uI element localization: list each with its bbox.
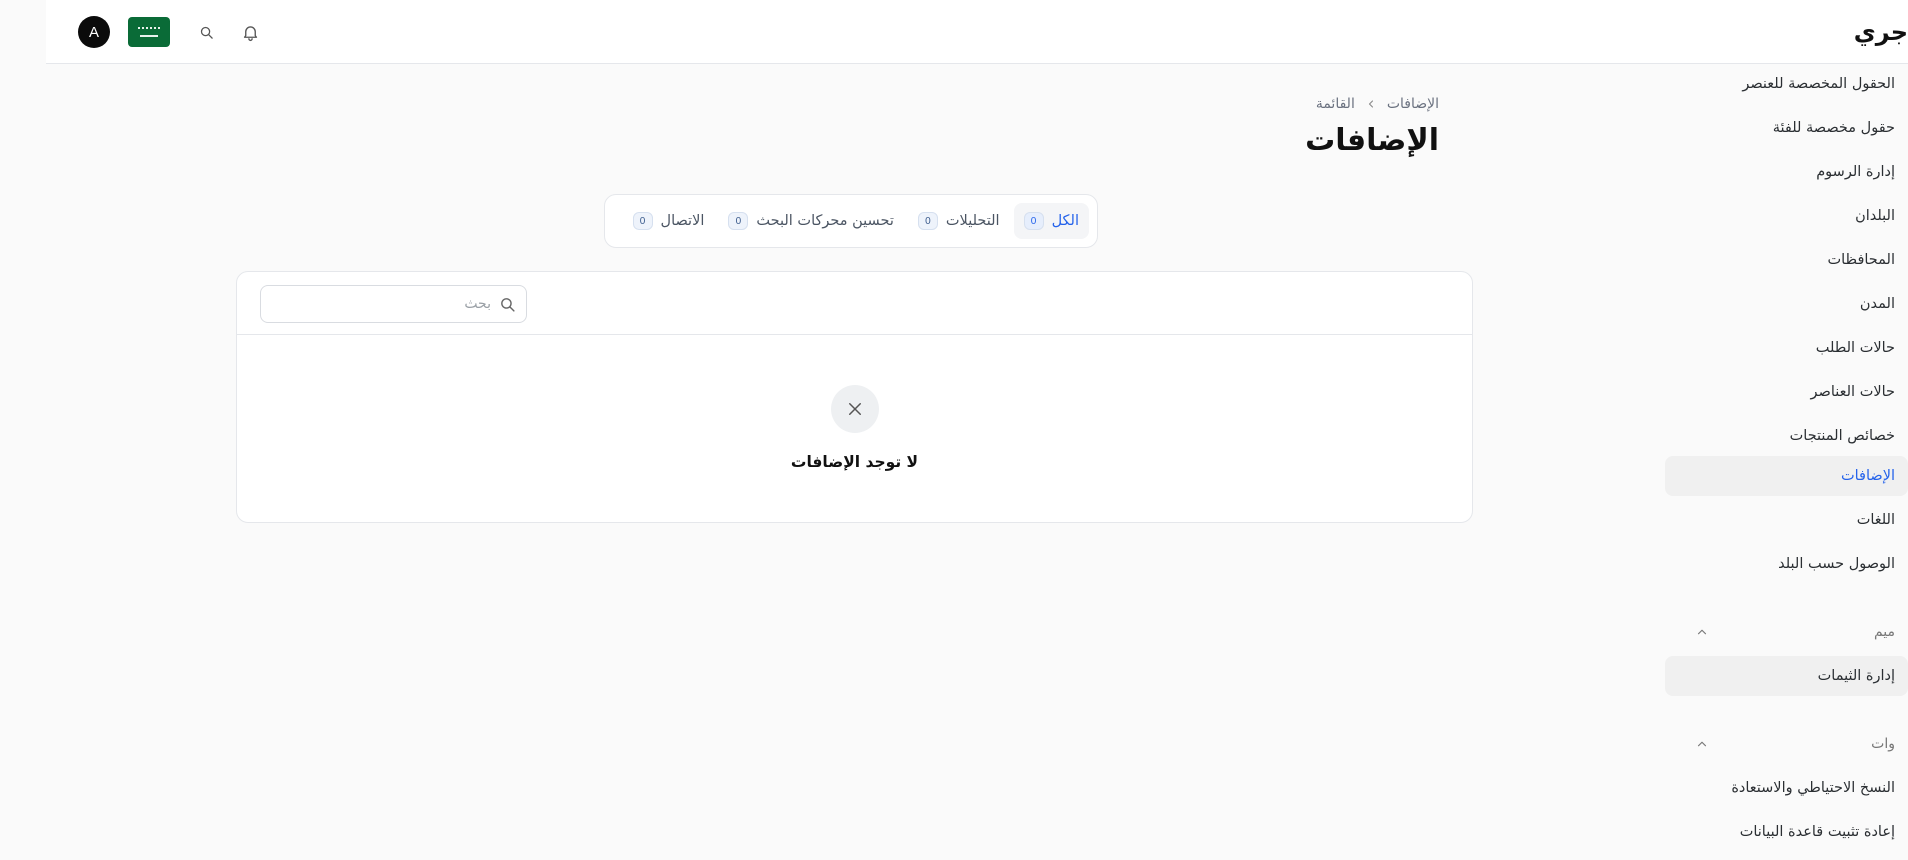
empty-state: لا توجد الإضافات bbox=[237, 335, 1472, 522]
search-icon[interactable] bbox=[194, 20, 218, 44]
tab-communication[interactable]: الاتصال 0 bbox=[623, 203, 715, 239]
tab-label: الاتصال bbox=[660, 213, 705, 229]
chevron-up-icon[interactable] bbox=[1695, 625, 1709, 639]
brand-name: جري bbox=[1853, 18, 1908, 46]
tab-label: تحسين محركات البحث bbox=[756, 213, 894, 229]
sidebar: الحقول المخصصة للعنصر حقول مخصصة للفئة إ… bbox=[1665, 64, 1908, 860]
sidebar-item-reinstall-database[interactable]: إعادة تثبيت قاعدة البيانات bbox=[1665, 812, 1908, 852]
sidebar-item-label: خصائص المنتجات bbox=[1789, 428, 1895, 444]
sidebar-item-governorates[interactable]: المحافظات bbox=[1665, 240, 1908, 280]
sidebar-item-label: إدارة الثيمات bbox=[1817, 668, 1895, 684]
sidebar-section-title: ميم bbox=[1873, 624, 1895, 640]
notification-bell-icon[interactable] bbox=[238, 20, 262, 44]
flag-script-mark bbox=[138, 27, 160, 32]
sidebar-item-product-attributes[interactable]: خصائص المنتجات bbox=[1665, 416, 1908, 456]
sidebar-section-title: وات bbox=[1871, 736, 1895, 752]
flag-sword-mark bbox=[140, 35, 158, 37]
addons-table-card: لا توجد الإضافات bbox=[236, 271, 1473, 523]
chevron-up-icon[interactable] bbox=[1695, 737, 1709, 751]
breadcrumb: الإضافات القائمة bbox=[1316, 96, 1439, 112]
sidebar-item-category-custom-fields[interactable]: حقول مخصصة للفئة bbox=[1665, 108, 1908, 148]
sidebar-item-label: المحافظات bbox=[1827, 252, 1895, 268]
sidebar-item-country-access[interactable]: الوصول حسب البلد bbox=[1665, 544, 1908, 584]
addon-category-tabs: الكل 0 التحليلات 0 تحسين محركات البحث 0 … bbox=[604, 194, 1098, 248]
saudi-flag-icon[interactable] bbox=[128, 17, 170, 47]
sidebar-item-label: إدارة الرسوم bbox=[1816, 164, 1895, 180]
sidebar-section-design[interactable]: ميم bbox=[1665, 617, 1908, 647]
sidebar-item-label: اللغات bbox=[1856, 512, 1895, 528]
breadcrumb-current: القائمة bbox=[1315, 96, 1355, 112]
sidebar-item-cities[interactable]: المدن bbox=[1665, 284, 1908, 324]
tab-all[interactable]: الكل 0 bbox=[1013, 203, 1089, 239]
sidebar-item-label: الوصول حسب البلد bbox=[1778, 556, 1895, 572]
sidebar-item-label: حالات العناصر bbox=[1810, 384, 1895, 400]
top-bar: A جري bbox=[46, 0, 1908, 64]
sidebar-item-label: الحقول المخصصة للعنصر bbox=[1742, 76, 1895, 92]
tab-count-badge: 0 bbox=[1023, 212, 1044, 230]
tab-count-badge: 0 bbox=[917, 212, 938, 230]
sidebar-item-label: النسخ الاحتياطي والاستعادة bbox=[1731, 780, 1895, 796]
sidebar-item-backup-restore[interactable]: النسخ الاحتياطي والاستعادة bbox=[1665, 768, 1908, 808]
sidebar-item-countries[interactable]: البلدان bbox=[1665, 196, 1908, 236]
search-icon bbox=[499, 296, 516, 313]
page-title: الإضافات bbox=[1305, 123, 1439, 158]
sidebar-item-label: الإضافات bbox=[1840, 468, 1895, 484]
tab-label: الكل bbox=[1051, 213, 1079, 229]
tab-count-badge: 0 bbox=[728, 212, 749, 230]
breadcrumb-root-link[interactable]: الإضافات bbox=[1387, 96, 1439, 112]
sidebar-item-fees-management[interactable]: إدارة الرسوم bbox=[1665, 152, 1908, 192]
sidebar-item-label: البلدان bbox=[1855, 208, 1895, 224]
sidebar-item-themes-management[interactable]: إدارة الثيمات bbox=[1665, 656, 1908, 696]
tab-label: التحليلات bbox=[945, 213, 1000, 229]
close-icon bbox=[830, 385, 879, 433]
tab-analytics[interactable]: التحليلات 0 bbox=[908, 203, 1010, 239]
tab-seo[interactable]: تحسين محركات البحث 0 bbox=[718, 203, 903, 239]
sidebar-item-label: إعادة تثبيت قاعدة البيانات bbox=[1739, 824, 1895, 840]
search-field[interactable] bbox=[260, 285, 527, 323]
sidebar-section-tools[interactable]: وات bbox=[1665, 729, 1908, 759]
table-toolbar bbox=[237, 272, 1472, 335]
sidebar-item-label: حالات الطلب bbox=[1815, 340, 1895, 356]
sidebar-item-label: المدن bbox=[1859, 296, 1895, 312]
tab-count-badge: 0 bbox=[632, 212, 653, 230]
sidebar-item-item-statuses[interactable]: حالات العناصر bbox=[1665, 372, 1908, 412]
user-avatar[interactable]: A bbox=[78, 16, 110, 48]
empty-state-message: لا توجد الإضافات bbox=[790, 453, 919, 471]
sidebar-item-languages[interactable]: اللغات bbox=[1665, 500, 1908, 540]
sidebar-item-item-custom-fields[interactable]: الحقول المخصصة للعنصر bbox=[1665, 64, 1908, 104]
search-input[interactable] bbox=[271, 296, 491, 312]
sidebar-item-addons[interactable]: الإضافات bbox=[1665, 456, 1908, 496]
sidebar-item-label: حقول مخصصة للفئة bbox=[1772, 120, 1895, 136]
sidebar-item-order-statuses[interactable]: حالات الطلب bbox=[1665, 328, 1908, 368]
chevron-left-icon bbox=[1365, 98, 1377, 110]
